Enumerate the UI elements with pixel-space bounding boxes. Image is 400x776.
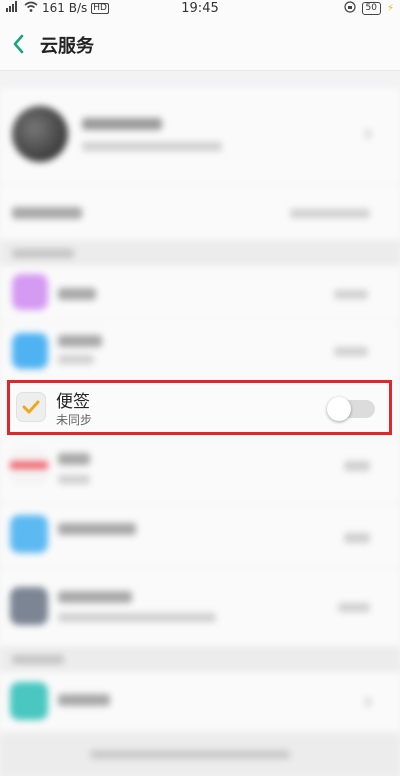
list-item[interactable] bbox=[0, 438, 400, 503]
chevron-left-icon bbox=[13, 34, 24, 54]
app-header: 云服务 bbox=[0, 18, 400, 71]
lock-rotation-icon bbox=[343, 1, 356, 16]
section-header bbox=[0, 646, 400, 672]
status-bar: 161 B/s HD 19:45 50 ⚡ bbox=[0, 0, 400, 18]
list-item[interactable] bbox=[0, 568, 400, 647]
note-title: 便签 bbox=[56, 392, 90, 412]
section-header bbox=[0, 240, 400, 266]
note-app-icon bbox=[16, 392, 46, 422]
note-sync-status: 未同步 bbox=[56, 413, 93, 427]
battery-level: 50 bbox=[365, 3, 377, 13]
avatar bbox=[12, 106, 68, 162]
status-right: 50 ⚡ bbox=[343, 1, 394, 16]
back-button[interactable] bbox=[8, 30, 32, 58]
list-item[interactable] bbox=[0, 672, 400, 732]
list-item[interactable] bbox=[0, 502, 400, 569]
storage-row[interactable] bbox=[0, 184, 400, 241]
battery-icon: 50 bbox=[361, 2, 381, 15]
footer-note bbox=[0, 732, 400, 776]
note-sync-toggle[interactable] bbox=[327, 397, 375, 421]
account-card[interactable] bbox=[0, 88, 400, 184]
list-item[interactable] bbox=[0, 322, 400, 381]
list-item[interactable] bbox=[0, 266, 400, 322]
checkmark-icon bbox=[22, 400, 40, 414]
page-title: 云服务 bbox=[40, 36, 94, 57]
charging-icon: ⚡ bbox=[386, 3, 394, 14]
note-sync-row[interactable]: 便签 未同步 bbox=[7, 380, 392, 435]
toggle-knob[interactable] bbox=[327, 397, 351, 421]
status-time: 19:45 bbox=[181, 1, 219, 16]
